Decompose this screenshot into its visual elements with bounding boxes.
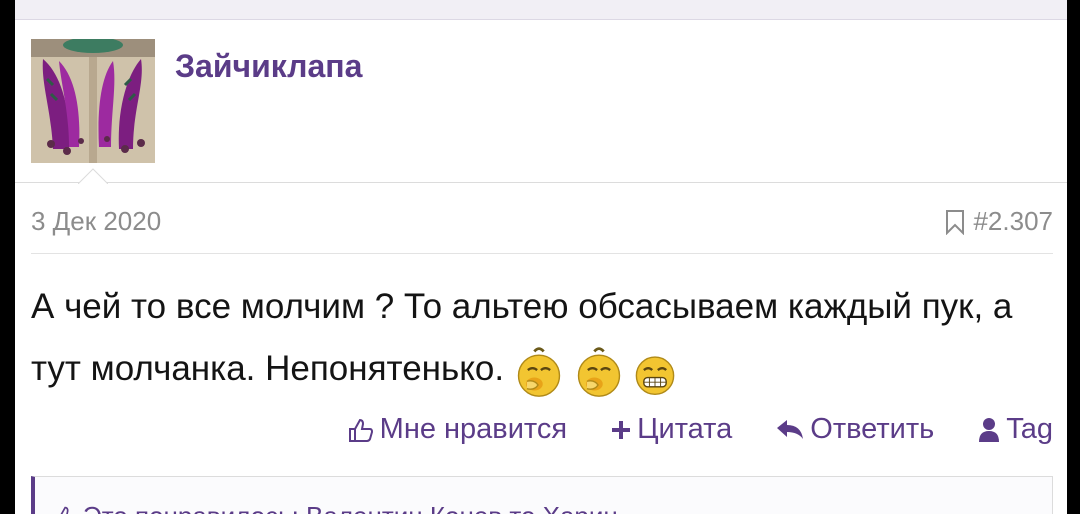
- tag-button[interactable]: Tag: [978, 413, 1053, 446]
- reactions-block: Это понравилось: Валентин Конев то Харин: [31, 476, 1053, 514]
- post-number[interactable]: #2.307: [945, 206, 1053, 237]
- grin-smiley-icon: [636, 356, 675, 395]
- post-date[interactable]: 3 Дек 2020: [31, 206, 161, 237]
- avatar-pointer-icon: [78, 168, 108, 184]
- post-number-label: #2.307: [973, 206, 1053, 236]
- plus-icon: [612, 420, 631, 439]
- post-actions: Мне нравится Цитата Ответить Tag: [348, 413, 1053, 446]
- like-label: Мне нравится: [379, 413, 568, 445]
- bookmark-icon[interactable]: [945, 209, 965, 235]
- like-button[interactable]: Мне нравится: [348, 413, 567, 446]
- reactions-text[interactable]: Это понравилось: Валентин Конев то Харин: [83, 501, 618, 514]
- tag-label: Tag: [1006, 413, 1053, 445]
- post-message: А чей то все молчим ? То альтею обсасыва…: [31, 276, 1053, 400]
- top-strip: [15, 0, 1067, 20]
- avatar[interactable]: [31, 39, 155, 163]
- username[interactable]: Зайчиклапа: [175, 48, 362, 85]
- user-block: Зайчиклапа: [15, 20, 1067, 184]
- yawn-smiley-icon: [517, 347, 561, 397]
- reply-button[interactable]: Ответить: [776, 413, 934, 446]
- thumbs-up-icon: [60, 506, 69, 514]
- thumbs-up-icon: [348, 418, 373, 442]
- quote-label: Цитата: [637, 413, 733, 445]
- post-card: Зайчиклапа 3 Дек 2020 #2.307 А чей то вс…: [15, 20, 1067, 514]
- yawn-smiley-icon: [577, 347, 620, 397]
- user-icon: [979, 417, 1000, 442]
- post-meta: 3 Дек 2020 #2.307: [31, 204, 1053, 254]
- reply-icon: [777, 419, 804, 439]
- reply-label: Ответить: [810, 413, 935, 445]
- quote-button[interactable]: Цитата: [611, 413, 732, 446]
